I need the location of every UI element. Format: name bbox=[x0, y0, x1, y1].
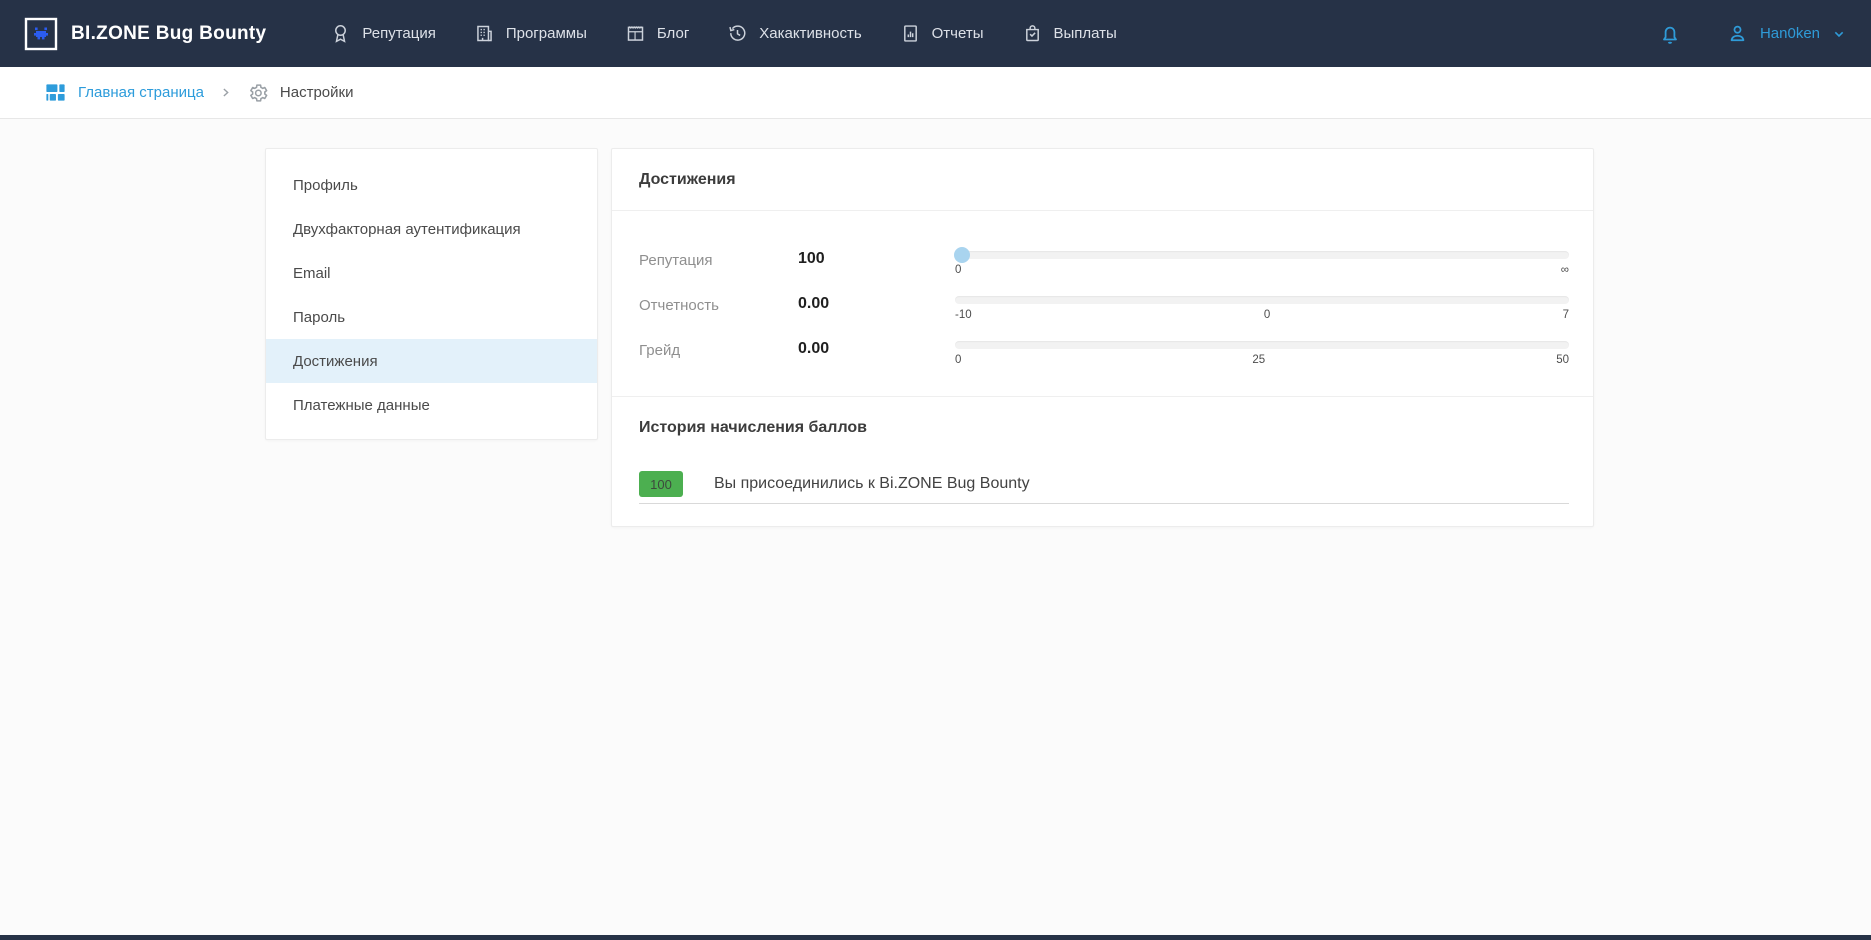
nav-item-blog[interactable]: Блог bbox=[625, 23, 689, 44]
nav-item-payouts[interactable]: Выплаты bbox=[1022, 23, 1117, 44]
user-icon bbox=[1726, 22, 1749, 45]
reporting-slider[interactable]: -10 0 7 bbox=[955, 296, 1569, 322]
sidebar-item-achievements[interactable]: Достижения bbox=[266, 339, 597, 383]
metric-row-grade: Грейд 0.00 0 25 50 bbox=[639, 341, 1569, 367]
breadcrumb-home-link[interactable]: Главная страница bbox=[44, 81, 204, 104]
slider-track[interactable] bbox=[955, 341, 1569, 349]
metric-label: Отчетность bbox=[639, 296, 798, 314]
history-entry: 100 Вы присоединились к Bi.ZONE Bug Boun… bbox=[639, 471, 1569, 504]
sidebar-item-payment-data[interactable]: Платежные данные bbox=[266, 383, 597, 427]
tick-mid: 25 bbox=[1252, 353, 1265, 367]
breadcrumb-home-label: Главная страница bbox=[78, 84, 204, 101]
nav-label: Отчеты bbox=[932, 25, 984, 42]
building-icon bbox=[474, 23, 495, 44]
breadcrumb-current: Настройки bbox=[247, 82, 354, 104]
slider-ticks: 0 ∞ bbox=[955, 263, 1569, 277]
nav-label: Выплаты bbox=[1054, 25, 1117, 42]
tick-max: ∞ bbox=[1561, 263, 1569, 277]
nav-label: Хакактивность bbox=[759, 25, 861, 42]
breadcrumb-current-label: Настройки bbox=[280, 84, 354, 101]
reputation-slider[interactable]: 0 ∞ bbox=[955, 251, 1569, 277]
slider-handle[interactable] bbox=[954, 247, 970, 263]
nav-right: Han0ken bbox=[1658, 22, 1847, 46]
metric-label: Репутация bbox=[639, 251, 798, 269]
points-badge: 100 bbox=[639, 471, 683, 497]
tick-min: 0 bbox=[955, 263, 961, 277]
tick-max: 50 bbox=[1556, 353, 1569, 367]
nav-label: Программы bbox=[506, 25, 587, 42]
metric-label: Грейд bbox=[639, 341, 798, 359]
dashboard-grid-icon bbox=[44, 81, 67, 104]
grade-slider[interactable]: 0 25 50 bbox=[955, 341, 1569, 367]
slider-ticks: -10 0 7 bbox=[955, 308, 1569, 322]
footer-strip bbox=[0, 935, 1871, 940]
achievements-panel: Достижения Репутация 100 0 ∞ Отчетность … bbox=[611, 148, 1594, 527]
history-icon bbox=[727, 23, 748, 44]
sidebar-item-password[interactable]: Пароль bbox=[266, 295, 597, 339]
tick-min: -10 bbox=[955, 308, 972, 322]
top-nav: BI.ZONE Bug Bounty Репутация Програм bbox=[0, 0, 1871, 67]
history-entry-text: Вы присоединились к Bi.ZONE Bug Bounty bbox=[714, 475, 1030, 493]
slider-track[interactable] bbox=[955, 251, 1569, 259]
chevron-down-icon bbox=[1831, 26, 1847, 42]
settings-sidebar: Профиль Двухфакторная аутентификация Ema… bbox=[265, 148, 598, 440]
blog-icon bbox=[625, 23, 646, 44]
metric-row-reputation: Репутация 100 0 ∞ bbox=[639, 251, 1569, 277]
notifications-bell-icon[interactable] bbox=[1658, 22, 1682, 46]
nav-label: Репутация bbox=[362, 25, 435, 42]
metric-value: 100 bbox=[798, 250, 955, 268]
brand-title: BI.ZONE Bug Bounty bbox=[71, 23, 266, 45]
nav-item-reputation[interactable]: Репутация bbox=[330, 23, 435, 44]
bizone-logo-icon bbox=[24, 17, 58, 51]
metric-value: 0.00 bbox=[798, 340, 955, 358]
points-history-section: История начисления баллов 100 Вы присоед… bbox=[612, 397, 1593, 526]
payouts-icon bbox=[1022, 23, 1043, 44]
slider-track[interactable] bbox=[955, 296, 1569, 304]
medal-icon bbox=[330, 23, 351, 44]
main-menu: Репутация Программы Блог bbox=[330, 23, 1116, 44]
sidebar-item-email[interactable]: Email bbox=[266, 251, 597, 295]
report-icon bbox=[900, 23, 921, 44]
user-menu[interactable]: Han0ken bbox=[1726, 22, 1847, 45]
panel-title: Достижения bbox=[612, 149, 1593, 211]
brand-logo[interactable]: BI.ZONE Bug Bounty bbox=[24, 17, 266, 51]
nav-item-hackactivity[interactable]: Хакактивность bbox=[727, 23, 861, 44]
user-name: Han0ken bbox=[1760, 25, 1820, 42]
slider-ticks: 0 25 50 bbox=[955, 353, 1569, 367]
metric-value: 0.00 bbox=[798, 295, 955, 313]
breadcrumb: Главная страница Настройки bbox=[0, 67, 1871, 119]
nav-label: Блог bbox=[657, 25, 689, 42]
tick-max: 7 bbox=[1563, 308, 1569, 322]
metric-row-reporting: Отчетность 0.00 -10 0 7 bbox=[639, 296, 1569, 322]
nav-item-reports[interactable]: Отчеты bbox=[900, 23, 984, 44]
gear-icon bbox=[247, 82, 269, 104]
sidebar-item-two-factor[interactable]: Двухфакторная аутентификация bbox=[266, 207, 597, 251]
tick-mid: 0 bbox=[1264, 308, 1270, 322]
nav-item-programs[interactable]: Программы bbox=[474, 23, 587, 44]
tick-min: 0 bbox=[955, 353, 961, 367]
metrics-section: Репутация 100 0 ∞ Отчетность 0.00 -10 bbox=[612, 211, 1593, 397]
sidebar-item-profile[interactable]: Профиль bbox=[266, 163, 597, 207]
points-history-title: История начисления баллов bbox=[639, 419, 1569, 437]
chevron-right-icon bbox=[219, 86, 232, 99]
